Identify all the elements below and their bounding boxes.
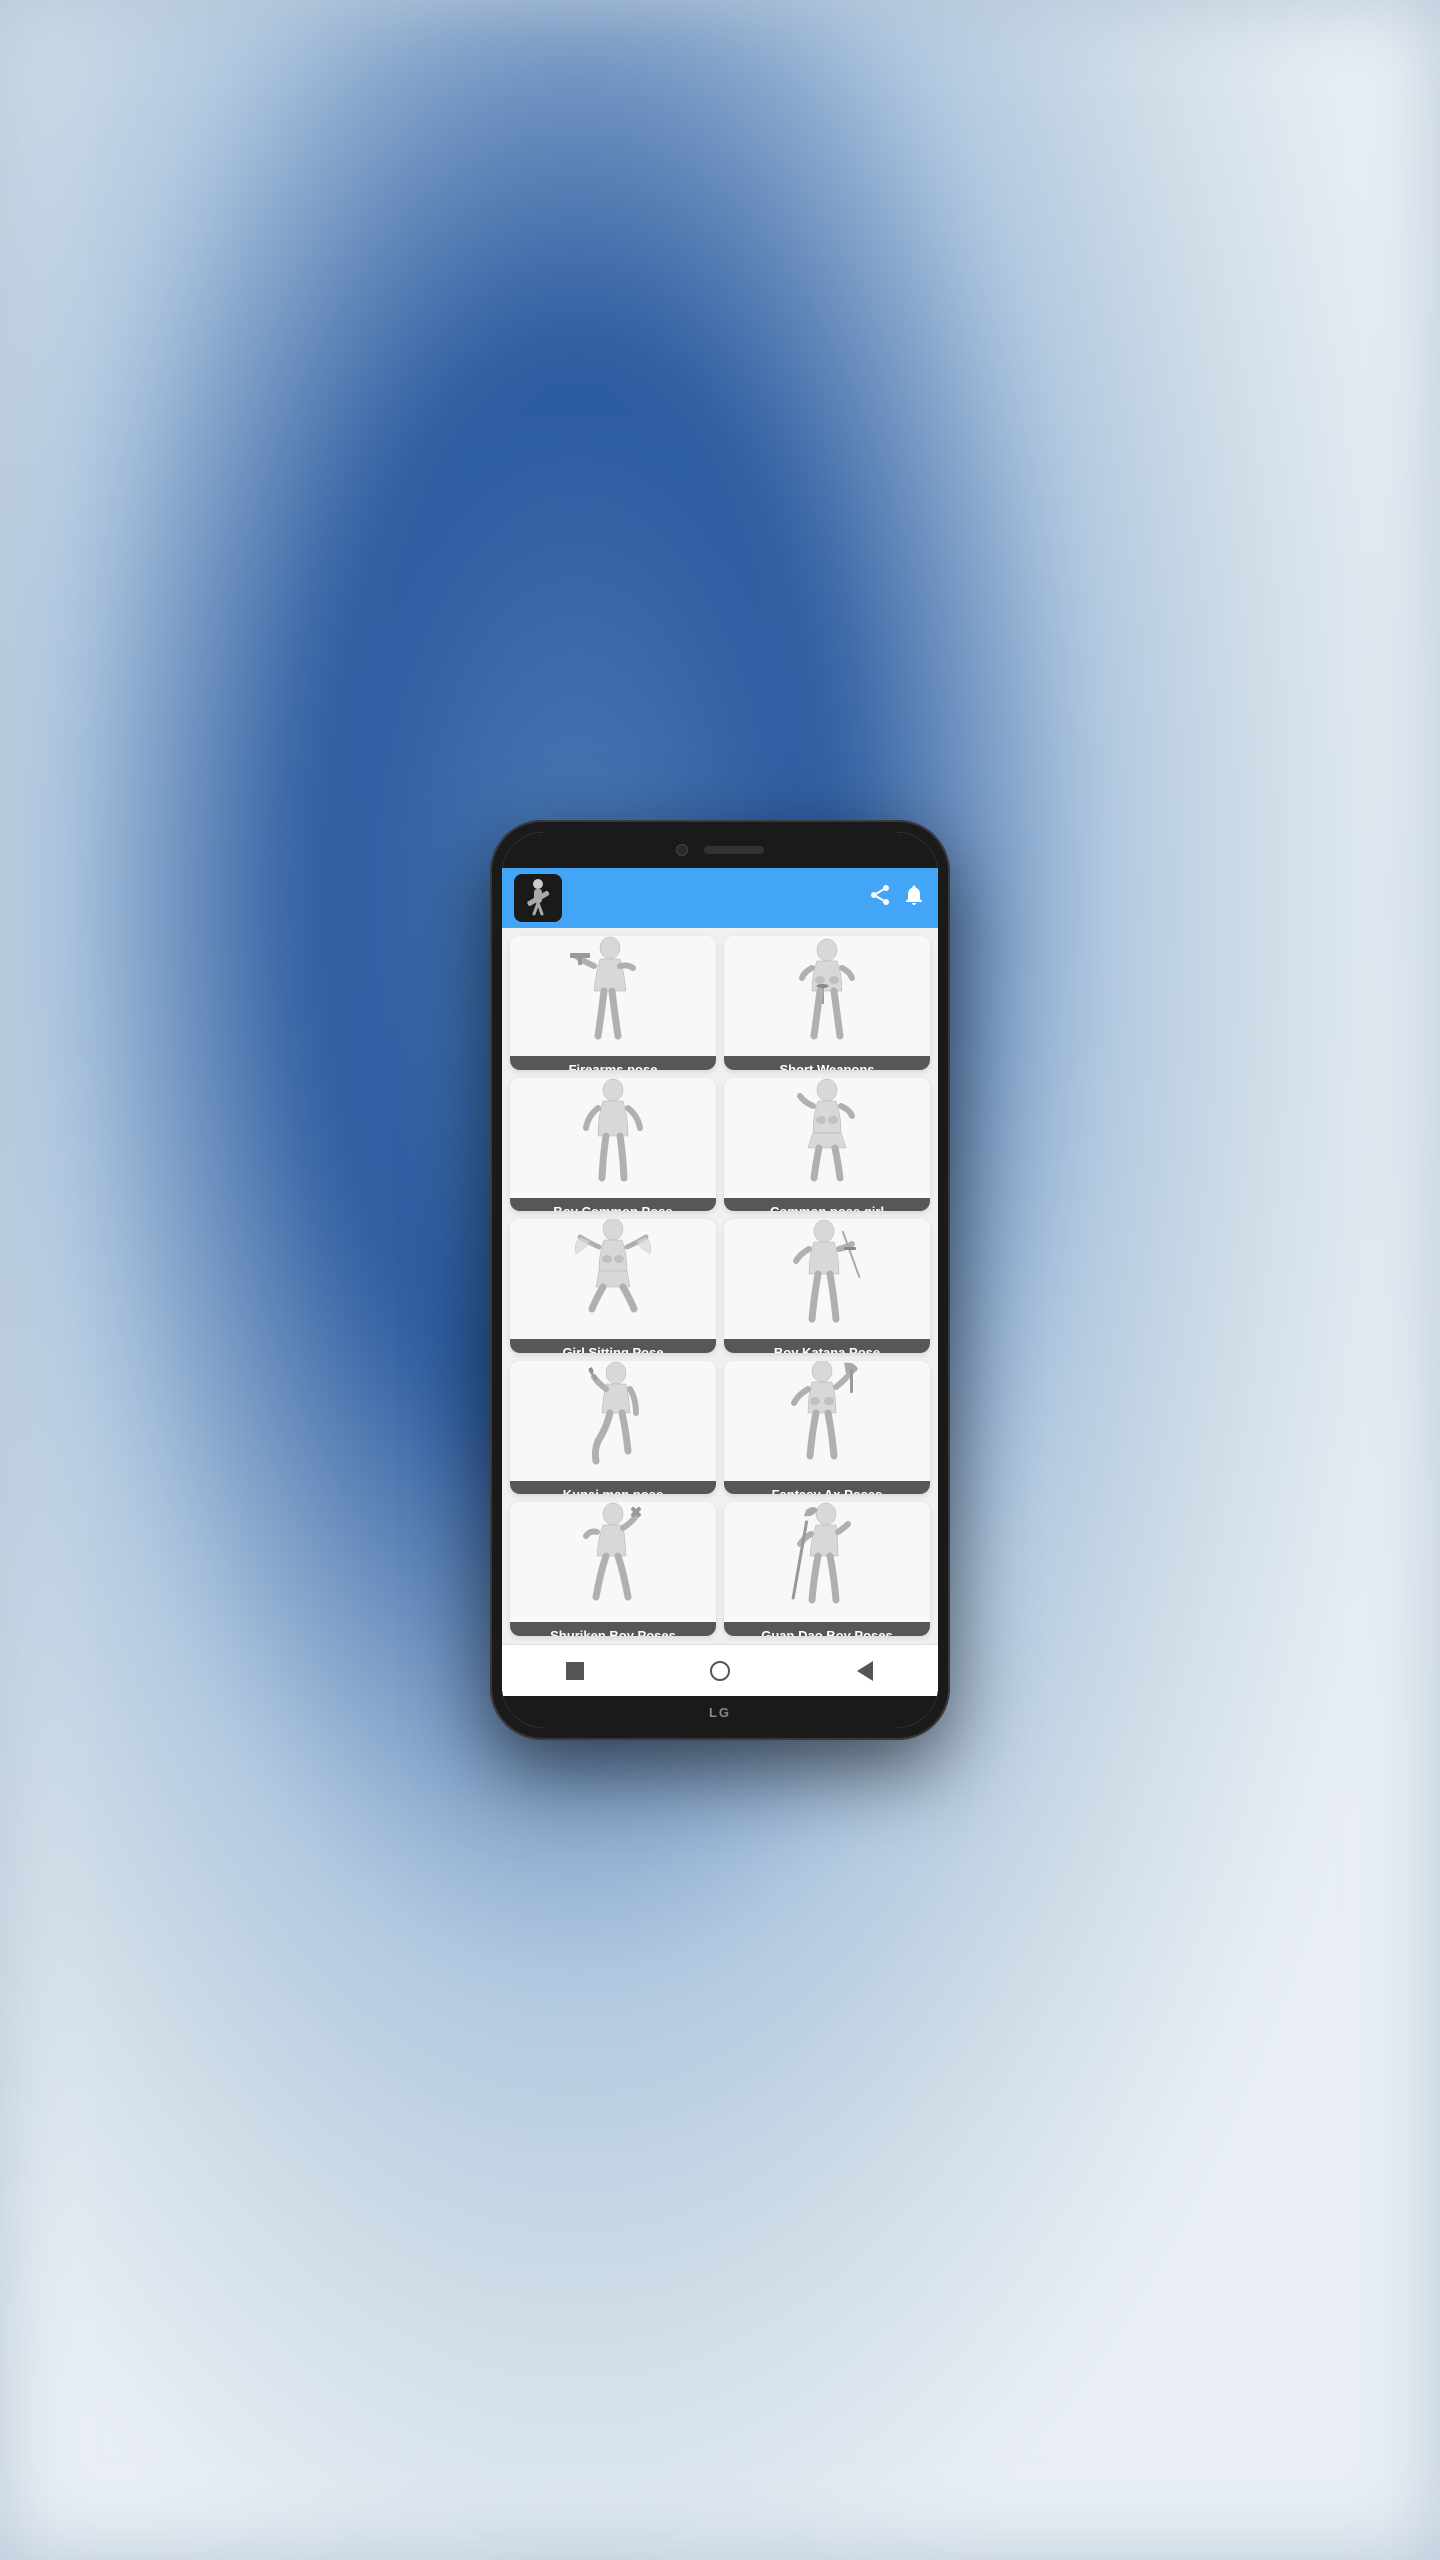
pose-label-kunai-man: Kunai man pose — [510, 1481, 716, 1495]
bell-icon[interactable] — [902, 883, 926, 913]
nav-home-button[interactable] — [702, 1653, 738, 1689]
pose-image-common-girl — [724, 1078, 930, 1198]
phone-wrapper: Firearms pose — [490, 820, 950, 1740]
figure-boy-katana — [782, 1219, 872, 1339]
pose-card-firearms[interactable]: Firearms pose — [510, 936, 716, 1070]
pose-image-fantasy-ax — [724, 1361, 930, 1481]
pose-label-fantasy-ax: Fantasy Ax Poses — [724, 1481, 930, 1495]
phone-bottom-hardware: LG — [502, 1696, 938, 1728]
pose-card-shuriken-boy[interactable]: Shuriken Boy Poses — [510, 1502, 716, 1636]
front-camera — [676, 844, 688, 856]
earpiece-speaker — [704, 846, 764, 854]
home-circle-icon — [710, 1661, 730, 1681]
app-logo[interactable] — [514, 874, 562, 922]
figure-shuriken-boy — [568, 1502, 658, 1622]
back-triangle-icon — [857, 1661, 873, 1681]
nav-back-button[interactable] — [847, 1653, 883, 1689]
pose-label-firearms: Firearms pose — [510, 1056, 716, 1070]
figure-short-weapons — [782, 936, 872, 1056]
header-icons-group — [868, 883, 926, 913]
brand-label: LG — [709, 1705, 731, 1720]
pose-card-boy-common[interactable]: Boy Common Pose — [510, 1078, 716, 1212]
poses-grid: Firearms pose — [502, 928, 938, 1644]
pose-card-short-weapons[interactable]: Short Weapons — [724, 936, 930, 1070]
figure-boy-common — [568, 1078, 658, 1198]
square-icon — [566, 1662, 584, 1680]
nav-recent-apps-button[interactable] — [557, 1653, 593, 1689]
pose-label-boy-common: Boy Common Pose — [510, 1198, 716, 1212]
figure-fantasy-ax — [782, 1361, 872, 1481]
bottom-navigation — [502, 1644, 938, 1696]
pose-label-shuriken-boy: Shuriken Boy Poses — [510, 1622, 716, 1636]
phone-top-hardware — [502, 832, 938, 868]
pose-image-boy-katana — [724, 1219, 930, 1339]
pose-card-girl-sitting[interactable]: Girl Sitting Pose — [510, 1219, 716, 1353]
pose-label-girl-sitting: Girl Sitting Pose — [510, 1339, 716, 1353]
pose-image-girl-sitting — [510, 1219, 716, 1339]
app-content: Firearms pose — [502, 868, 938, 1696]
pose-label-common-girl: Common pose girl — [724, 1198, 930, 1212]
figure-guan-dao-boy — [782, 1502, 872, 1622]
pose-image-guan-dao-boy — [724, 1502, 930, 1622]
pose-label-guan-dao-boy: Guan Dao Boy Poses — [724, 1622, 930, 1636]
pose-card-guan-dao-boy[interactable]: Guan Dao Boy Poses — [724, 1502, 930, 1636]
figure-firearms — [568, 936, 658, 1056]
pose-card-kunai-man[interactable]: Kunai man pose — [510, 1361, 716, 1495]
figure-kunai-man — [568, 1361, 658, 1481]
app-header — [502, 868, 938, 928]
share-icon[interactable] — [868, 883, 892, 913]
figure-common-girl — [782, 1078, 872, 1198]
logo-icon — [516, 876, 560, 920]
pose-image-boy-common — [510, 1078, 716, 1198]
phone-device: Firearms pose — [490, 820, 950, 1740]
figure-girl-sitting — [568, 1219, 658, 1339]
phone-screen: Firearms pose — [502, 832, 938, 1728]
pose-image-firearms — [510, 936, 716, 1056]
pose-image-shuriken-boy — [510, 1502, 716, 1622]
pose-card-common-girl[interactable]: Common pose girl — [724, 1078, 930, 1212]
pose-label-boy-katana: Boy Katana Pose — [724, 1339, 930, 1353]
pose-card-fantasy-ax[interactable]: Fantasy Ax Poses — [724, 1361, 930, 1495]
pose-image-kunai-man — [510, 1361, 716, 1481]
pose-label-short-weapons: Short Weapons — [724, 1056, 930, 1070]
pose-card-boy-katana[interactable]: Boy Katana Pose — [724, 1219, 930, 1353]
pose-image-short-weapons — [724, 936, 930, 1056]
